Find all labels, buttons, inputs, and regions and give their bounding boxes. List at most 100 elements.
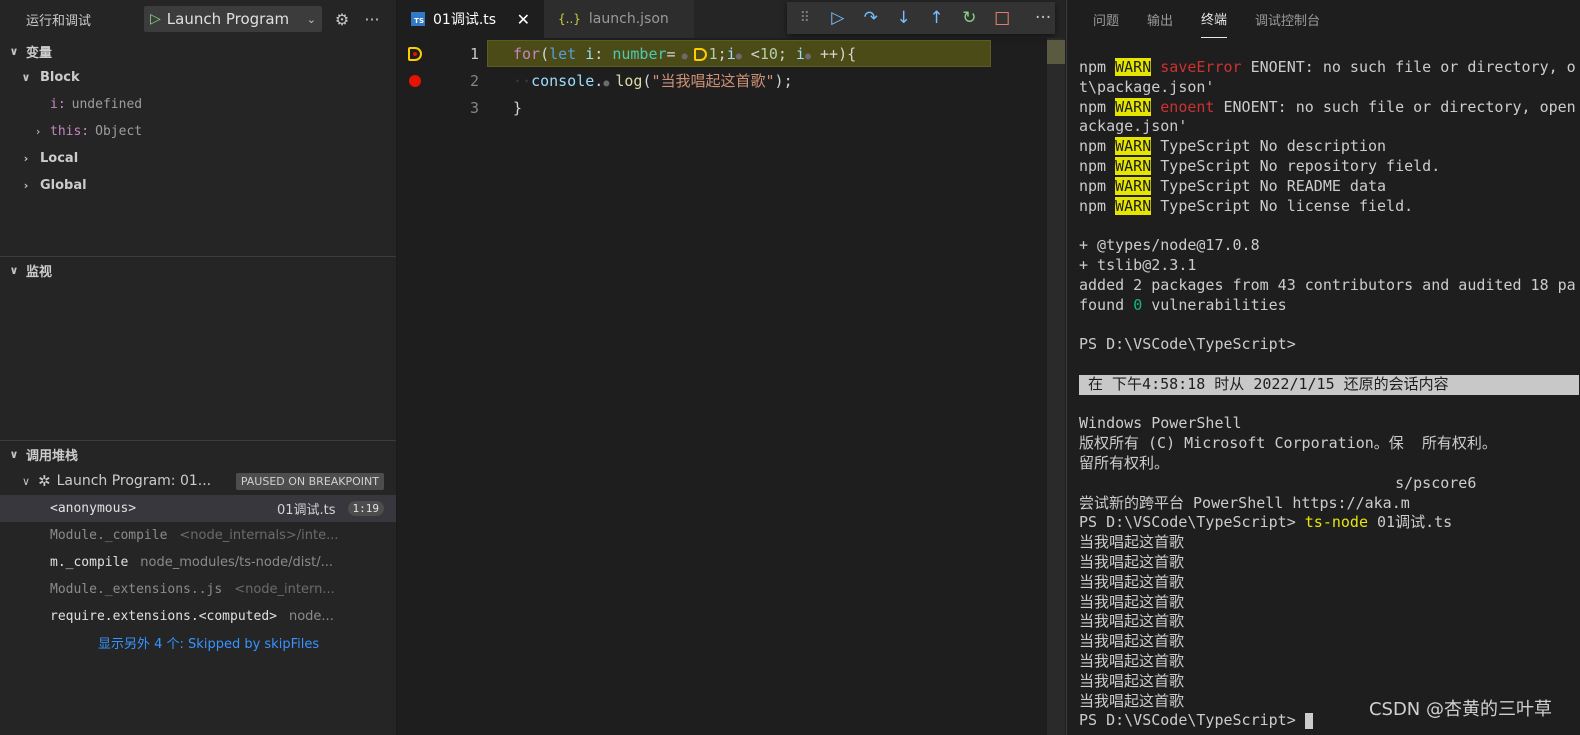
close-icon[interactable]: ✕ — [517, 10, 530, 29]
inline-breakpoint-icon[interactable]: ● — [603, 78, 615, 89]
scope-block[interactable]: ∨ Block — [0, 64, 396, 91]
scope-global-label: Global — [40, 178, 87, 193]
frame-function: Module._compile — [50, 528, 168, 543]
tab-01-debug-ts[interactable]: TS 01调试.ts ✕ — [397, 0, 544, 38]
stop-icon[interactable]: □ — [990, 8, 1014, 28]
code-token: ; — [777, 44, 787, 63]
terminal-line: 留所有权利。 — [1079, 454, 1580, 474]
variable-row[interactable]: i: undefined — [0, 91, 396, 118]
editor-scrollbar[interactable] — [1047, 38, 1065, 735]
terminal-text: npm — [1079, 97, 1116, 116]
chevron-right-icon: › — [23, 179, 29, 192]
launch-config-select[interactable]: ▷ Launch Program ⌄ — [144, 6, 322, 32]
code-token: ( — [540, 44, 550, 63]
code-token: : — [594, 44, 613, 63]
callstack-header[interactable]: ∨ 调用堆栈 — [0, 441, 396, 467]
variable-row[interactable]: › this: Object — [0, 118, 396, 145]
terminal-text: 尝试新的跨平台 PowerShell https://aka.m — [1079, 493, 1410, 512]
stack-frame[interactable]: <anonymous> 01调试.ts 1:19 — [0, 495, 396, 522]
terminal-text: npm — [1079, 176, 1116, 195]
watch-header[interactable]: ∨ 监视 — [0, 257, 396, 283]
terminal-text: Windows PowerShell — [1079, 414, 1242, 433]
editor-tabs: TS 01调试.ts ✕ {..} launch.json ⠿ ▷ ↷ ↓ ↑ … — [397, 0, 1065, 38]
watch-section: ∨ 监视 — [0, 256, 396, 283]
debug-session-row[interactable]: ∨ ✲ Launch Program: 01... PAUSED ON BREA… — [0, 467, 396, 495]
vscode-window: 运行和调试 ▷ Launch Program ⌄ ⚙ ··· ∨ 变量 ∨ Bl… — [0, 0, 1580, 735]
variable-name: i: — [50, 97, 66, 112]
terminal-text: ackage.json' — [1079, 117, 1188, 136]
tab-output[interactable]: 输出 — [1147, 0, 1173, 38]
code-token: i — [576, 44, 595, 63]
chevron-down-icon: ∨ — [9, 263, 19, 277]
code-token: ; — [717, 44, 727, 63]
launch-config-name: Launch Program — [166, 10, 290, 28]
terminal-text: npm — [1079, 58, 1116, 76]
tab-launch-json[interactable]: {..} launch.json — [544, 0, 694, 38]
drag-handle-icon[interactable]: ⠿ — [793, 10, 817, 26]
breakpoint-current-icon[interactable] — [397, 46, 433, 61]
terminal-text: s/pscore6 — [1079, 473, 1477, 492]
stack-frame[interactable]: require.extensions.<computed> node... — [0, 603, 396, 630]
continue-icon[interactable]: ▷ — [826, 8, 850, 28]
tab-terminal[interactable]: 终端 — [1201, 0, 1228, 38]
stack-frame[interactable]: Module._compile <node_internals>/inte... — [0, 522, 396, 549]
stack-frame[interactable]: m._compile node_modules/ts-node/dist/... — [0, 549, 396, 576]
step-out-icon[interactable]: ↑ — [925, 8, 949, 28]
code-token: for — [513, 44, 541, 63]
tab-problems[interactable]: 问题 — [1093, 0, 1119, 38]
gear-icon[interactable]: ⚙ — [332, 10, 352, 29]
code-line-2[interactable]: 2 ··console.● log("当我唱起这首歌"); — [397, 67, 1065, 94]
step-into-icon[interactable]: ↓ — [892, 8, 916, 28]
terminal-text: ENOENT: no such file or directory, open — [1214, 97, 1576, 116]
terminal-line: 在 下午4:58:18 时从 2022/1/15 还原的会话内容 — [1079, 374, 1580, 395]
terminal-text: + @types/node@17.0.8 — [1079, 236, 1260, 255]
show-skipped-frames-link[interactable]: 显示另外 4 个: Skipped by skipFiles — [0, 630, 396, 654]
stack-frame[interactable]: Module._extensions..js <node_intern... — [0, 576, 396, 603]
tab-label: 01调试.ts — [433, 12, 497, 28]
program-output: 当我唱起这首歌 — [1079, 552, 1185, 571]
code-line-3[interactable]: 3 } — [397, 94, 1065, 121]
terminal-text: 0 — [1133, 295, 1143, 314]
terminal-text: added 2 packages from 43 contributors an… — [1079, 275, 1576, 294]
frame-source: node_modules/ts-node/dist/... — [140, 555, 333, 570]
code-token: < — [741, 44, 760, 63]
inline-stop-icon — [693, 47, 707, 61]
step-over-icon[interactable]: ↷ — [859, 8, 883, 28]
code-token: log — [615, 72, 643, 90]
code-line-1[interactable]: 1 for(let i: number= ● 1;i● <10; i● ++){ — [397, 40, 1065, 67]
warn-tag: WARN — [1115, 58, 1152, 76]
scope-global[interactable]: › Global — [0, 172, 396, 199]
bug-icon: ✲ — [38, 472, 51, 490]
start-debugging-icon[interactable]: ▷ — [150, 11, 161, 27]
watermark: CSDN @杏黄的三叶草 — [1368, 699, 1552, 720]
tab-debug-console[interactable]: 调试控制台 — [1255, 0, 1320, 38]
chevron-down-icon: ⌄ — [306, 12, 316, 26]
variables-header[interactable]: ∨ 变量 — [0, 38, 396, 64]
scope-local[interactable]: › Local — [0, 145, 396, 172]
breakpoint-icon[interactable] — [397, 74, 433, 87]
terminal-output[interactable]: npm WARN saveError ENOENT: no such file … — [1067, 38, 1580, 731]
more-actions-icon[interactable]: ··· — [1031, 8, 1055, 28]
terminal-line: npm WARN enoent ENOENT: no such file or … — [1079, 97, 1580, 118]
terminal-line: npm WARN TypeScript No repository field. — [1079, 156, 1580, 177]
warn-tag: WARN — [1115, 97, 1152, 116]
terminal-line: 当我唱起这首歌 — [1079, 612, 1580, 632]
inline-breakpoint-icon[interactable]: ● — [676, 51, 694, 62]
callstack-header-label: 调用堆栈 — [26, 448, 79, 464]
more-actions-icon[interactable]: ··· — [362, 10, 382, 29]
code-token: number — [612, 44, 667, 63]
restart-icon[interactable]: ↻ — [957, 8, 981, 28]
scrollbar-thumb[interactable] — [1047, 40, 1065, 64]
code-token: i — [786, 44, 805, 63]
program-output: 当我唱起这首歌 — [1079, 572, 1185, 591]
tab-label: launch.json — [588, 11, 669, 27]
editor-area: TS 01调试.ts ✕ {..} launch.json ⠿ ▷ ↷ ↓ ↑ … — [397, 0, 1065, 735]
frame-function: require.extensions.<computed> — [50, 609, 277, 624]
ts-file-icon: TS — [411, 12, 425, 26]
code-view[interactable]: 1 for(let i: number= ● 1;i● <10; i● ++){… — [397, 38, 1065, 121]
terminal-line: 当我唱起这首歌 — [1079, 632, 1580, 652]
variable-value: undefined — [71, 97, 143, 112]
terminal-text: PS D:\VSCode\TypeScript> — [1079, 711, 1305, 730]
program-output: 当我唱起这首歌 — [1079, 592, 1185, 611]
